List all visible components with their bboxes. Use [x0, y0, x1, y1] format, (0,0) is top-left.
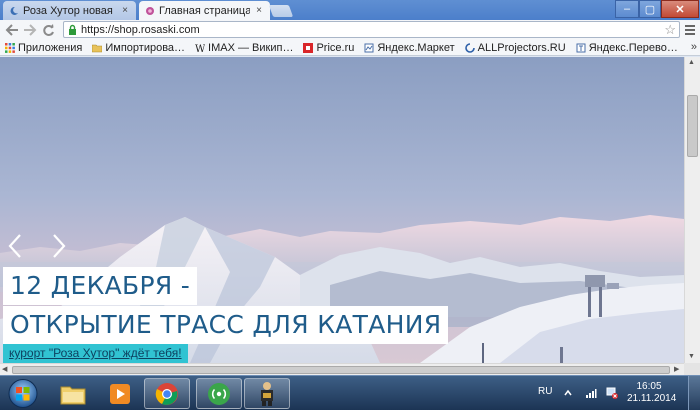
- bookmark-yandex-translate[interactable]: Яндекс.Перево…: [576, 42, 678, 54]
- bookmark-yandex-market[interactable]: Яндекс.Маркет: [364, 41, 455, 54]
- minimize-button[interactable]: –: [615, 0, 639, 18]
- show-desktop-button[interactable]: [688, 376, 700, 410]
- signal-bars-icon[interactable]: [585, 387, 597, 399]
- tab-main-page[interactable]: Главная страница | ×: [139, 1, 270, 20]
- taskbar-network[interactable]: [196, 378, 242, 409]
- apps-grid-icon: [5, 42, 15, 53]
- yandex-market-icon: [364, 43, 374, 52]
- taskbar-explorer[interactable]: [50, 378, 96, 409]
- reload-icon: [42, 23, 54, 36]
- folder-icon: [60, 386, 86, 404]
- horizontal-scroll-thumb[interactable]: [12, 366, 670, 374]
- url-text: https://shop.rosaski.com: [81, 23, 200, 36]
- clock-time: 16:05: [636, 381, 662, 392]
- browser-toolbar: https://shop.rosaski.com ☆: [0, 20, 700, 40]
- back-arrow-icon: [5, 24, 18, 36]
- hero-tagline-link[interactable]: курорт "Роза Хутор" ждёт тебя!: [3, 344, 188, 363]
- tab-title: Роза Хутор новая: [23, 4, 113, 17]
- back-button[interactable]: [3, 22, 21, 38]
- page-viewport: 12 ДЕКАБРЯ - ОТКРЫТИЕ ТРАСС ДЛЯ КАТАНИЯ …: [0, 57, 684, 363]
- moon-favicon-icon: [10, 6, 18, 15]
- network-error-icon[interactable]: [606, 387, 618, 399]
- scroll-up-icon[interactable]: ▲: [688, 59, 695, 66]
- close-tab-icon[interactable]: ×: [120, 5, 130, 16]
- bookmark-price-ru[interactable]: Price.ru: [303, 42, 354, 54]
- scroll-down-icon[interactable]: ▼: [688, 353, 695, 360]
- menu-bar: [685, 33, 695, 35]
- tab-title: Главная страница |: [159, 4, 250, 17]
- svg-text:W: W: [195, 44, 205, 53]
- hero-headline-date: 12 ДЕКАБРЯ -: [3, 267, 198, 305]
- bookmark-apps[interactable]: Приложения: [5, 42, 82, 54]
- forward-button[interactable]: [21, 22, 39, 38]
- forward-arrow-icon: [24, 24, 37, 36]
- hero-headline-title: ОТКРЫТИЕ ТРАСС ДЛЯ КАТАНИЯ: [3, 306, 449, 344]
- scrollbar-corner: [684, 363, 700, 375]
- close-window-button[interactable]: ✕: [661, 0, 699, 18]
- bookmark-star-icon[interactable]: ☆: [664, 22, 676, 38]
- bookmark-imax-wiki[interactable]: W IMAX — Викип…: [195, 42, 293, 54]
- address-bar[interactable]: https://shop.rosaski.com ☆: [63, 21, 680, 38]
- language-indicator[interactable]: RU: [538, 386, 552, 397]
- windows-logo-icon: [16, 387, 22, 393]
- maximize-button[interactable]: ▢: [639, 0, 661, 18]
- price-ru-icon: [303, 42, 314, 53]
- horizontal-scrollbar[interactable]: ◀ ▶: [0, 363, 684, 375]
- bookmark-imported[interactable]: Импортирова…: [92, 42, 185, 54]
- tab-roza-khutor[interactable]: Роза Хутор новая ×: [3, 1, 136, 20]
- slider-next-arrow-icon[interactable]: [50, 233, 68, 259]
- vertical-scroll-thumb[interactable]: [687, 95, 698, 157]
- clock-date: 21.11.2014: [627, 393, 677, 404]
- lock-icon: [69, 24, 76, 35]
- close-tab-icon[interactable]: ×: [254, 5, 264, 16]
- bookmark-label: Яндекс.Маркет: [377, 41, 455, 54]
- yandex-translate-icon: [576, 43, 586, 52]
- wikipedia-icon: W: [195, 44, 205, 53]
- new-tab-button[interactable]: [268, 5, 294, 17]
- figure-icon: [261, 381, 273, 406]
- bookmark-label: Приложения: [18, 41, 83, 54]
- menu-bar: [685, 29, 695, 31]
- bookmark-label: Яндекс.Перево…: [588, 41, 678, 54]
- more-bookmarks-button[interactable]: »: [691, 41, 697, 53]
- vertical-scrollbar[interactable]: ▲ ▼: [684, 57, 700, 363]
- tray-expand-arrow-icon[interactable]: [562, 387, 574, 399]
- folder-icon: [92, 44, 103, 52]
- taskbar-app[interactable]: [244, 378, 290, 409]
- bookmark-label: Price.ru: [316, 41, 355, 54]
- bookmark-allprojectors[interactable]: ALLProjectors.RU: [464, 41, 566, 54]
- start-button[interactable]: [3, 377, 43, 410]
- reload-button[interactable]: [39, 22, 57, 38]
- windows-taskbar: RU 16:05 21.11.2014: [0, 375, 700, 410]
- chrome-menu-button[interactable]: [684, 23, 696, 37]
- slider-prev-arrow-icon[interactable]: [6, 233, 24, 259]
- scroll-left-icon[interactable]: ◀: [2, 365, 7, 373]
- bookmark-label: IMAX — Викип…: [208, 41, 294, 54]
- wireless-icon: [208, 382, 230, 405]
- scroll-right-icon[interactable]: ▶: [674, 365, 679, 373]
- media-player-icon: [110, 383, 130, 404]
- bookmark-label: ALLProjectors.RU: [477, 41, 566, 54]
- browser-titlebar: Роза Хутор новая × Главная страница | × …: [0, 0, 700, 20]
- chrome-icon: [155, 382, 178, 405]
- allprojectors-icon: [464, 42, 475, 53]
- rosa-favicon-icon: [146, 6, 154, 15]
- taskbar-media-player[interactable]: [97, 378, 143, 409]
- taskbar-chrome[interactable]: [144, 378, 190, 409]
- menu-bar: [685, 25, 695, 27]
- bookmark-label: Импортирова…: [105, 41, 186, 54]
- bookmarks-bar: Приложения Импортирова… W IMAX — Викип… …: [0, 40, 700, 56]
- system-clock[interactable]: 16:05 21.11.2014: [627, 381, 677, 405]
